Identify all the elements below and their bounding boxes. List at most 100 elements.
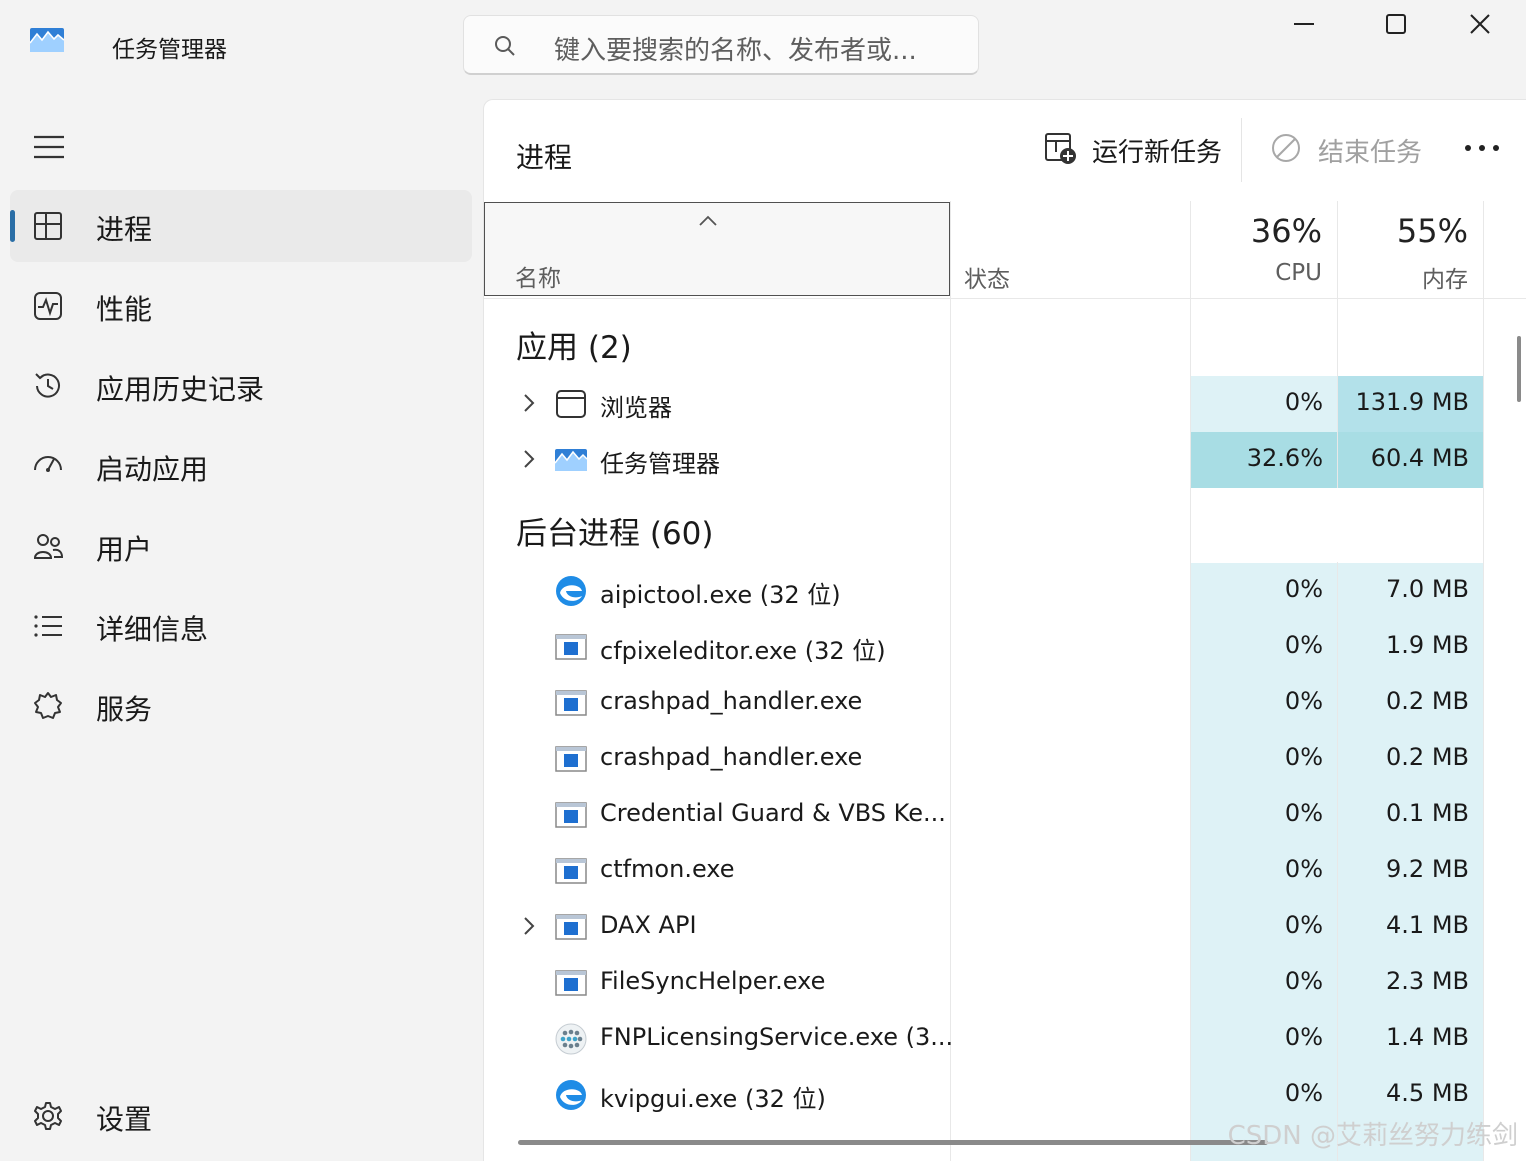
group-gap [1191, 488, 1483, 562]
status-column-header[interactable]: 状态 [964, 260, 1010, 294]
cpu-value: 0% [1284, 799, 1323, 827]
table-row[interactable]: DAX API 0% 4.1 MB [484, 899, 1503, 955]
cpu-value: 0% [1284, 1079, 1323, 1107]
cpu-cell: 0% [1191, 619, 1337, 675]
memory-value: 131.9 MB [1355, 388, 1469, 416]
process-name: cfpixeleditor.exe (32 位) [600, 637, 886, 665]
cpu-value: 0% [1284, 1023, 1323, 1051]
chevron-right-icon[interactable] [520, 448, 538, 470]
process-name: FNPLicensingService.exe (3... [600, 1023, 954, 1051]
process-name: DAX API [600, 911, 697, 939]
table-row[interactable]: 浏览器 0% 131.9 MB [484, 376, 1503, 432]
users-icon [33, 534, 64, 559]
generic-exe-icon [555, 634, 587, 660]
run-new-task-button[interactable]: 运行新任务 [1044, 130, 1224, 170]
memory-value: 1.9 MB [1386, 631, 1469, 659]
app-title: 任务管理器 [112, 37, 227, 63]
sidebar-item-label: 应用历史记录 [96, 373, 265, 406]
generic-exe-icon [555, 970, 587, 996]
watermark: CSDN @艾莉丝努力练剑 [1227, 1121, 1518, 1151]
cpu-cell: 0% [1191, 787, 1337, 843]
vertical-scrollbar[interactable] [1517, 336, 1521, 402]
memory-total-percent: 55% [1396, 212, 1468, 250]
table-row[interactable]: FNPLicensingService.exe (3... 0% 1.4 MB [484, 1011, 1503, 1067]
generic-exe-icon [555, 690, 587, 716]
table-row[interactable]: 任务管理器 32.6% 60.4 MB [484, 432, 1503, 488]
generic-exe-icon [555, 746, 587, 772]
memory-value: 7.0 MB [1386, 575, 1469, 603]
generic-exe-icon [555, 802, 587, 828]
process-name: crashpad_handler.exe [600, 743, 863, 771]
name-column-header[interactable]: 名称 [484, 202, 950, 296]
sidebar-item-users[interactable]: 用户 [10, 510, 472, 582]
cpu-cell: 32.6% [1191, 432, 1337, 488]
table-row[interactable]: cfpixeleditor.exe (32 位) 0% 1.9 MB [484, 619, 1503, 675]
process-name: 浏览器 [600, 394, 672, 422]
cpu-cell: 0% [1191, 955, 1337, 1011]
cpu-cell: 0% [1191, 1011, 1337, 1067]
performance-icon [34, 292, 62, 320]
processes-icon [34, 212, 62, 240]
sidebar-item-services[interactable]: 服务 [10, 670, 472, 742]
memory-value: 4.1 MB [1386, 911, 1469, 939]
search-icon [495, 36, 515, 56]
search-placeholder: 键入要搜索的名称、发布者或... [554, 36, 917, 66]
process-name: ctfmon.exe [600, 855, 735, 883]
memory-value: 4.5 MB [1386, 1079, 1469, 1107]
table-row[interactable]: crashpad_handler.exe 0% 0.2 MB [484, 675, 1503, 731]
cpu-cell: 0% [1191, 675, 1337, 731]
sort-ascending-icon [699, 215, 717, 226]
hamburger-menu-icon[interactable] [33, 134, 65, 160]
sidebar-item-performance[interactable]: 性能 [10, 270, 472, 342]
cpu-cell: 0% [1191, 899, 1337, 955]
memory-value: 9.2 MB [1386, 855, 1469, 883]
table-row[interactable]: crashpad_handler.exe 0% 0.2 MB [484, 731, 1503, 787]
memory-cell: 9.2 MB [1338, 843, 1483, 899]
toolbar-divider [1241, 118, 1242, 182]
task-manager-app-icon [30, 28, 64, 52]
edge-like-app-icon [556, 1080, 586, 1110]
generic-exe-icon [555, 858, 587, 884]
cpu-cell: 0% [1191, 731, 1337, 787]
sidebar-item-label: 进程 [96, 213, 153, 246]
services-icon [34, 692, 62, 719]
cpu-value: 0% [1284, 911, 1323, 939]
cpu-value: 0% [1284, 743, 1323, 771]
search-input[interactable]: 键入要搜索的名称、发布者或... [463, 15, 979, 75]
cpu-value: 0% [1284, 575, 1323, 603]
sidebar-item-settings[interactable]: 设置 [10, 1080, 472, 1152]
process-name: aipictool.exe (32 位) [600, 581, 841, 609]
close-button[interactable] [1434, 0, 1526, 48]
cpu-value: 0% [1284, 687, 1323, 715]
memory-cell: 0.2 MB [1338, 731, 1483, 787]
maximize-icon [1386, 14, 1406, 34]
memory-value: 60.4 MB [1370, 444, 1469, 472]
minimize-button[interactable] [1258, 0, 1350, 48]
cpu-cell: 0% [1191, 843, 1337, 899]
sidebar-item-startup-apps[interactable]: 启动应用 [10, 430, 472, 502]
horizontal-scrollbar[interactable] [518, 1140, 1268, 1145]
sidebar-item-app-history[interactable]: 应用历史记录 [10, 350, 472, 422]
processes-panel: 进程 运行新任务 结束任务 名称 状态 36% CPU 55% 内存 应用 (2… [483, 99, 1526, 1161]
page-title: 进程 [516, 141, 573, 174]
table-row[interactable]: ctfmon.exe 0% 9.2 MB [484, 843, 1503, 899]
memory-cell: 4.1 MB [1338, 899, 1483, 955]
end-task-button[interactable]: 结束任务 [1270, 130, 1422, 170]
more-options-icon[interactable] [1462, 136, 1502, 160]
table-row[interactable]: aipictool.exe (32 位) 0% 7.0 MB [484, 563, 1503, 619]
sidebar-item-processes[interactable]: 进程 [10, 190, 472, 262]
table-row[interactable]: FileSyncHelper.exe 0% 2.3 MB [484, 955, 1503, 1011]
gear-icon [34, 1102, 62, 1130]
sidebar-item-label: 启动应用 [96, 453, 209, 486]
memory-column-header[interactable]: 内存 [1336, 260, 1468, 294]
chevron-right-icon[interactable] [520, 915, 538, 937]
details-icon [34, 615, 62, 637]
sidebar-item-label: 服务 [96, 693, 153, 726]
cpu-column-header[interactable]: CPU [1190, 260, 1322, 286]
maximize-button[interactable] [1350, 0, 1442, 48]
table-row[interactable]: Credential Guard & VBS Ke... 0% 0.1 MB [484, 787, 1503, 843]
group-title-background: 后台进程 (60) [516, 516, 714, 552]
sidebar-item-details[interactable]: 详细信息 [10, 590, 472, 662]
memory-value: 2.3 MB [1386, 967, 1469, 995]
chevron-right-icon[interactable] [520, 392, 538, 414]
